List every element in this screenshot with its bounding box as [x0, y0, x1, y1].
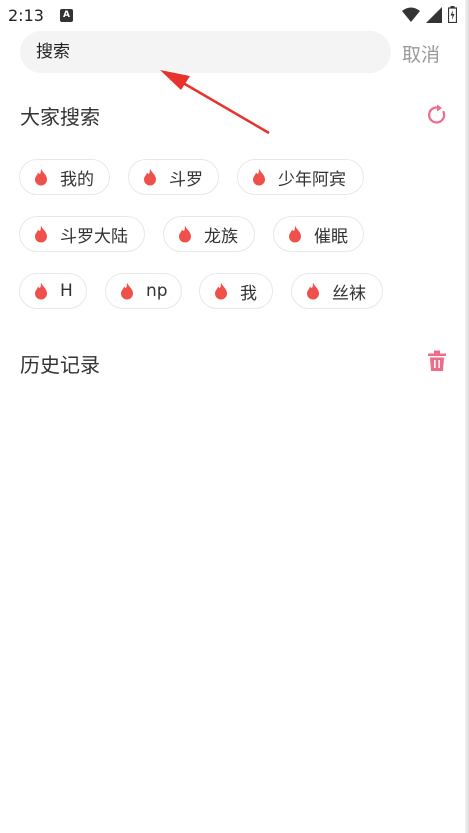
status-bar: 2:13 A — [0, 0, 469, 30]
cancel-button[interactable]: 取消 — [402, 40, 440, 67]
status-icons — [402, 6, 457, 23]
chip-label: 龙族 — [204, 226, 238, 247]
status-notification-icon: A — [60, 9, 73, 22]
hot-search-chip[interactable]: 少年阿宾 — [237, 159, 364, 195]
chip-label: H — [60, 281, 73, 301]
hot-search-chip[interactable]: 丝袜 — [291, 273, 383, 309]
battery-icon — [448, 6, 457, 23]
flame-icon — [289, 225, 301, 243]
chip-label: 少年阿宾 — [278, 169, 346, 190]
chip-label: 催眠 — [314, 226, 348, 247]
search-box[interactable] — [20, 31, 391, 73]
chip-label: np — [146, 281, 168, 301]
flame-icon — [121, 282, 133, 300]
flame-icon — [179, 225, 191, 243]
refresh-icon[interactable] — [426, 104, 448, 126]
signal-icon — [426, 6, 442, 23]
hot-search-chip[interactable]: 斗罗 — [128, 159, 219, 195]
chip-label: 斗罗大陆 — [60, 226, 128, 247]
flame-icon — [35, 168, 47, 186]
trash-icon[interactable] — [427, 350, 447, 372]
status-time: 2:13 — [8, 6, 44, 25]
hot-search-chip[interactable]: 斗罗大陆 — [19, 216, 145, 252]
hot-search-chip[interactable]: np — [105, 273, 182, 309]
hot-search-title: 大家搜索 — [20, 105, 100, 129]
hot-search-chip[interactable]: 龙族 — [163, 216, 255, 252]
flame-icon — [215, 282, 227, 300]
chip-label: 我 — [240, 283, 257, 304]
chip-label: 丝袜 — [332, 283, 366, 304]
hot-search-chip[interactable]: 我的 — [19, 159, 110, 195]
window-edge — [465, 0, 469, 833]
hot-search-chip[interactable]: 我 — [199, 273, 273, 309]
history-title: 历史记录 — [20, 353, 100, 377]
flame-icon — [144, 168, 156, 186]
flame-icon — [253, 168, 265, 186]
flame-icon — [307, 282, 319, 300]
search-input[interactable] — [36, 31, 376, 73]
hot-search-chip[interactable]: H — [19, 273, 87, 309]
flame-icon — [35, 282, 47, 300]
hot-search-chip[interactable]: 催眠 — [273, 216, 364, 252]
chip-label: 斗罗 — [169, 169, 203, 190]
flame-icon — [35, 225, 47, 243]
wifi-icon — [402, 7, 420, 22]
chip-label: 我的 — [60, 169, 94, 190]
